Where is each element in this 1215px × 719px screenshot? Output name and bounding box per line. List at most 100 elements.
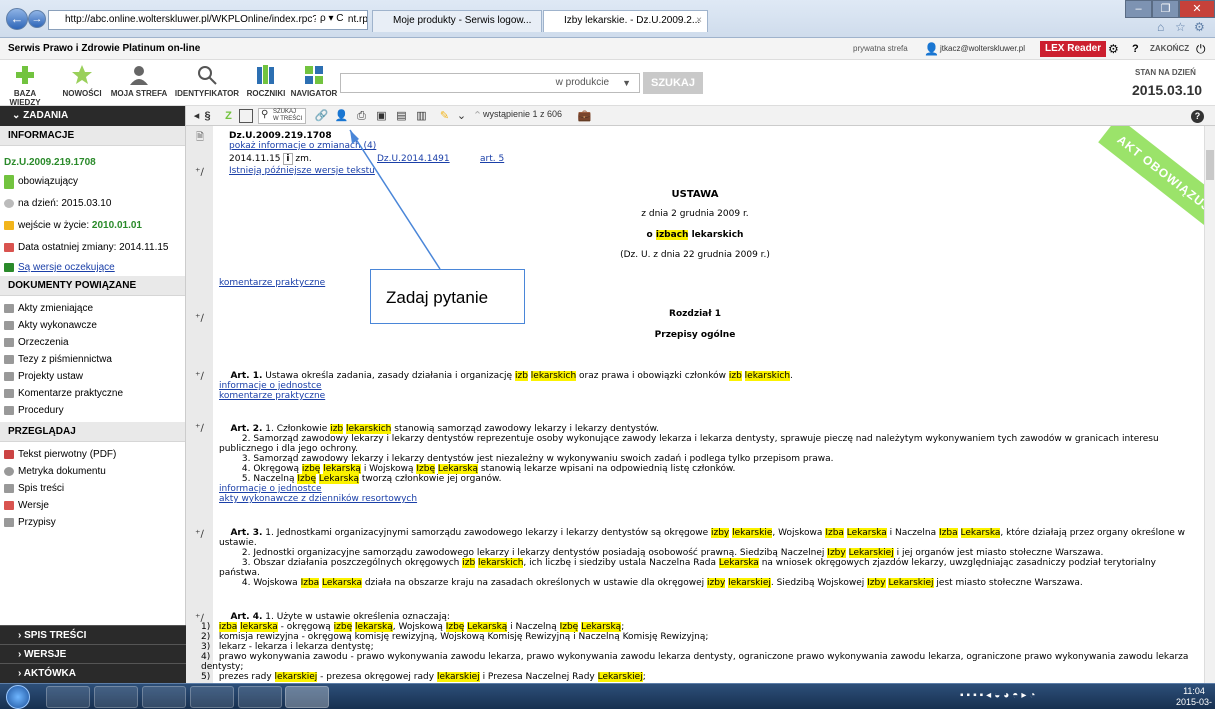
related-item[interactable]: Akty wykonawcze: [0, 317, 185, 334]
settings-icon[interactable]: ⚙: [1108, 38, 1119, 60]
change-art-link[interactable]: art. 5: [480, 154, 504, 164]
pending-versions-link[interactable]: Są wersje oczekujące: [0, 259, 185, 276]
search-scope[interactable]: w produkcie: [556, 77, 609, 88]
chevron-down-icon[interactable]: ⌄: [453, 108, 470, 124]
related-item[interactable]: Akty zmieniające: [0, 300, 185, 317]
related-label: Akty zmieniające: [18, 303, 94, 314]
document-icon: [4, 321, 14, 330]
art-text: tworzą członkowie jej organów.: [361, 474, 502, 484]
tab-close-icon[interactable]: ×: [696, 11, 702, 31]
vertical-scrollbar[interactable]: [1204, 126, 1215, 683]
plus-icon[interactable]: ⁺∕: [192, 370, 207, 384]
plus-icon[interactable]: ⁺∕: [192, 528, 207, 542]
search-in-text-button[interactable]: ⚲ SZUKAJ W TREŚCI: [258, 108, 306, 124]
tool-label: NOWOŚCI: [62, 89, 102, 98]
home-icon[interactable]: ⌂: [1157, 20, 1164, 34]
tray-icons[interactable]: ▪▪▪▪◂◒◕◓▸◔: [960, 690, 1038, 701]
scroll-thumb[interactable]: [1206, 150, 1214, 180]
z-icon[interactable]: Z: [220, 108, 237, 124]
tool-roczniki[interactable]: ROCZNIKI: [245, 63, 287, 98]
tool-nowosci[interactable]: NOWOŚCI: [62, 63, 102, 98]
paragraph-button[interactable]: §: [199, 108, 216, 124]
browser-tab-1[interactable]: Moje produkty - Serwis logow...: [372, 10, 542, 32]
export-icon[interactable]: ▤: [393, 108, 410, 124]
favorites-star-icon[interactable]: ☆: [1175, 20, 1186, 34]
browse-item[interactable]: Spis treści: [0, 480, 185, 497]
search-hit: izby: [710, 528, 730, 538]
comments-link[interactable]: komentarze praktyczne: [219, 278, 325, 288]
document-view: 🗎 ⁺∕ ⁺∕ ⁺∕ ⁺∕ ⁺∕ ⁺∕ Dz.U.2009.219.1708 p…: [186, 126, 1204, 683]
change-ref-link[interactable]: Dz.U.2014.1491: [377, 154, 450, 164]
help-icon[interactable]: ?: [1191, 110, 1204, 123]
help-icon[interactable]: ?: [1132, 38, 1139, 60]
search-button[interactable]: SZUKAJ: [643, 72, 703, 94]
related-item[interactable]: Orzeczenia: [0, 334, 185, 351]
related-item[interactable]: Komentarze praktyczne: [0, 385, 185, 402]
show-changes-link[interactable]: pokaż informacje o zmianach (4): [229, 141, 376, 151]
sidebar-toc-tab[interactable]: › SPIS TREŚCI: [0, 625, 186, 644]
minimize-button[interactable]: –: [1125, 0, 1152, 18]
sidebar-versions-tab[interactable]: › WERSJE: [0, 644, 186, 663]
resort-acts-link[interactable]: akty wykonawcze z dzienników resortowych: [219, 494, 417, 504]
browse-item[interactable]: Tekst pierwotny (PDF): [0, 446, 185, 463]
taskbar-firefox-icon[interactable]: [46, 686, 90, 708]
address-controls[interactable]: ρ ▾ C: [316, 13, 348, 24]
unit-info-link[interactable]: informacje o jednostce: [219, 381, 322, 391]
related-item[interactable]: Tezy z piśmiennictwa: [0, 351, 185, 368]
sidebar-briefcase-tab[interactable]: › AKTÓWKA: [0, 663, 186, 683]
info-icon[interactable]: i: [283, 153, 293, 165]
chevron-down-icon[interactable]: ▼: [622, 74, 631, 92]
browse-item[interactable]: Wersje: [0, 497, 185, 514]
flag-icon: [4, 175, 14, 189]
browser-tab-2[interactable]: Izby lekarskie. - Dz.U.2009.2... ×: [543, 10, 708, 32]
user-icon: 👤: [924, 42, 939, 56]
taskbar-word-icon[interactable]: [238, 686, 282, 708]
link-icon[interactable]: 🔗: [313, 108, 330, 124]
maximize-button[interactable]: ❐: [1152, 0, 1179, 18]
comments-link[interactable]: komentarze praktyczne: [219, 391, 325, 401]
related-item[interactable]: Projekty ustaw: [0, 368, 185, 385]
lex-reader-button[interactable]: LEX Reader: [1040, 41, 1107, 57]
user-question-icon[interactable]: 👤: [333, 108, 350, 124]
doc-id: Dz.U.2009.219.1708: [4, 157, 96, 168]
highlight-icon[interactable]: ✎: [436, 108, 453, 124]
search-hit: izb: [728, 371, 742, 381]
search-input[interactable]: w produkcie ▼: [340, 73, 640, 93]
start-button[interactable]: [6, 685, 30, 709]
user-email[interactable]: jtkacz@wolterskluwer.pl: [940, 38, 1025, 60]
settings-gear-icon[interactable]: ⚙: [1194, 20, 1205, 34]
taskbar-ie-icon[interactable]: [285, 686, 329, 708]
print-icon[interactable]: ⎙: [353, 108, 370, 124]
private-zone-link[interactable]: prywatna strefa: [853, 38, 908, 60]
tool-identyfikator[interactable]: IDENTYFIKATOR: [172, 63, 242, 98]
search-hit: izbę: [333, 622, 353, 632]
taskbar-lync-icon[interactable]: [94, 686, 138, 708]
save-icon[interactable]: ▣: [373, 108, 390, 124]
plus-icon[interactable]: ⁺∕: [192, 166, 207, 180]
clock[interactable]: 11:04 2015-03-10: [1173, 686, 1215, 719]
briefcase-icon[interactable]: 💼: [576, 108, 593, 124]
browse-item[interactable]: Metryka dokumentu: [0, 463, 185, 480]
taskbar-explorer-icon[interactable]: [190, 686, 234, 708]
browse-item[interactable]: Przypisy: [0, 514, 185, 531]
search-l2: W TREŚCI: [273, 116, 303, 122]
layout-icon[interactable]: [239, 109, 253, 123]
close-window-button[interactable]: ✕: [1179, 0, 1215, 18]
unit-info-link[interactable]: informacje o jednostce: [219, 484, 322, 494]
forward-button[interactable]: →: [28, 10, 46, 28]
related-item[interactable]: Procedury: [0, 402, 185, 419]
tool-navigator[interactable]: NAVIGATOR: [290, 63, 338, 98]
compare-icon[interactable]: ▥: [413, 108, 430, 124]
logout-link[interactable]: ZAKOŃCZ: [1150, 38, 1189, 60]
related-label: Akty wykonawcze: [18, 320, 97, 331]
search-hit: Izba: [939, 528, 958, 538]
taskbar-powerpoint-icon[interactable]: [142, 686, 186, 708]
back-button[interactable]: ←: [6, 8, 28, 30]
power-icon[interactable]: ⏻: [1196, 38, 1206, 60]
search-hit: lekarskie: [732, 528, 773, 538]
plus-icon[interactable]: ⁺∕: [192, 422, 207, 436]
sidebar-head[interactable]: ⌄ ZADANIA: [0, 106, 185, 126]
tool-moja-strefa[interactable]: MOJA STREFA: [110, 63, 168, 98]
later-versions-link[interactable]: Istnieją późniejsze wersje tekstu: [229, 166, 375, 176]
tool-baza-wiedzy[interactable]: BAZA WIEDZY: [3, 63, 47, 107]
